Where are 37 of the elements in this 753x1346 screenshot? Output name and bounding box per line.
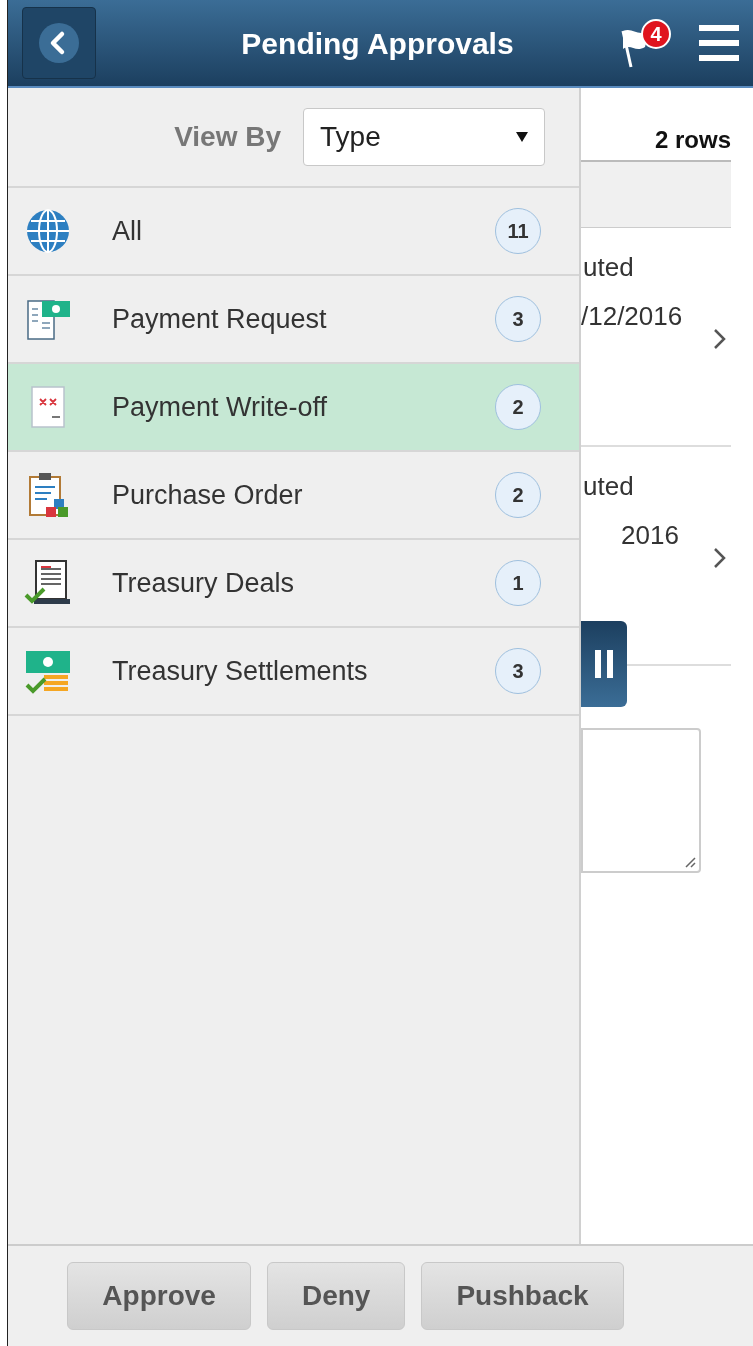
category-label: Payment Request xyxy=(112,302,328,336)
count-badge: 3 xyxy=(495,648,541,694)
comment-field[interactable] xyxy=(581,728,701,873)
back-button[interactable] xyxy=(22,7,96,79)
category-label: Treasury Deals xyxy=(112,566,296,600)
category-label: Purchase Order xyxy=(112,478,304,512)
count-badge: 2 xyxy=(495,472,541,518)
row-date: /12/2016 xyxy=(581,300,684,333)
back-icon xyxy=(38,22,80,64)
dropdown-caret-icon xyxy=(516,132,528,142)
category-label: Treasury Settlements xyxy=(112,654,369,688)
action-button[interactable]: Deny xyxy=(266,1262,406,1330)
monitor-check-icon xyxy=(24,559,72,607)
notification-badge: 4 xyxy=(641,19,671,49)
action-button[interactable]: Pushback xyxy=(421,1262,624,1330)
count-badge: 11 xyxy=(495,208,541,254)
row-text: uted xyxy=(582,470,635,503)
row-text: uted xyxy=(582,251,635,284)
category-item[interactable]: Payment Write-off 2 xyxy=(8,364,579,452)
count-badge: 1 xyxy=(495,560,541,606)
count-badge: 3 xyxy=(495,296,541,342)
view-by-dropdown[interactable]: Type xyxy=(303,108,545,166)
view-by-label: View By xyxy=(174,120,281,154)
chevron-right-icon[interactable] xyxy=(713,547,727,569)
category-label: All xyxy=(112,214,143,248)
menu-button[interactable] xyxy=(699,23,739,63)
row-count: 2 rows xyxy=(654,125,731,155)
category-label: Payment Write-off xyxy=(112,390,329,424)
globe-icon xyxy=(24,207,72,255)
row-date: 2016 xyxy=(620,519,680,552)
panel-toggle-handle[interactable] xyxy=(581,621,627,707)
resize-handle-icon xyxy=(684,856,696,868)
chevron-right-icon[interactable] xyxy=(713,328,727,350)
count-badge: 2 xyxy=(495,384,541,430)
action-button[interactable]: Approve xyxy=(67,1262,251,1330)
notifications-button[interactable]: 4 xyxy=(619,13,679,73)
page-title: Pending Approvals xyxy=(240,25,515,62)
